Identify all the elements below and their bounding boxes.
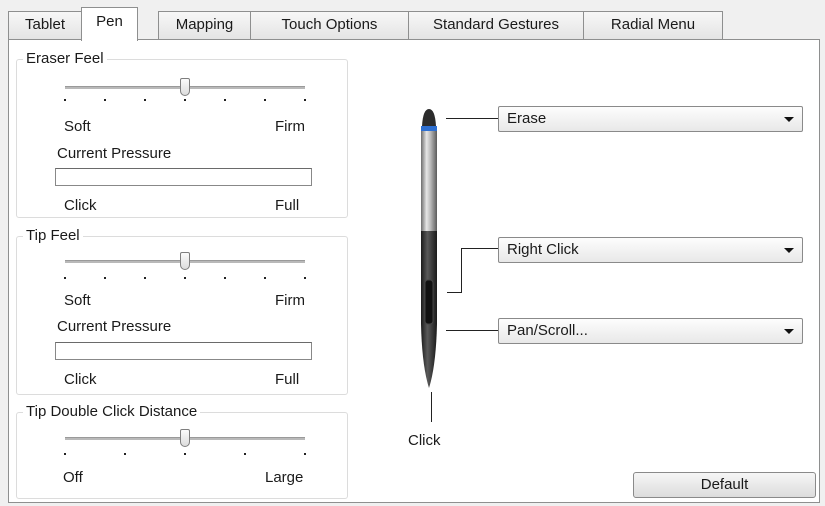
slider-tick bbox=[244, 453, 246, 455]
default-button[interactable]: Default bbox=[633, 472, 816, 498]
lower-side-connector bbox=[446, 330, 499, 331]
tip-pressure-title: Current Pressure bbox=[57, 318, 172, 335]
pen-eraser-cap bbox=[422, 109, 436, 126]
slider-tick bbox=[64, 277, 66, 279]
lower-side-switch-dropdown[interactable]: Pan/Scroll... bbox=[498, 318, 803, 344]
eraser-click-label: Click bbox=[64, 197, 97, 214]
pen-barrel-upper bbox=[421, 131, 437, 231]
tip-feel-title: Tip Feel bbox=[23, 227, 83, 245]
tab-label: Standard Gestures bbox=[433, 16, 559, 33]
slider-tick bbox=[224, 277, 226, 279]
slider-tick bbox=[64, 453, 66, 455]
tip-feel-group: Tip Feel Soft Firm Current Pressure Clic… bbox=[16, 227, 348, 395]
slider-tick bbox=[304, 277, 306, 279]
slider-tick bbox=[144, 99, 146, 101]
chevron-down-icon bbox=[784, 248, 794, 253]
eraser-full-label: Full bbox=[275, 197, 300, 214]
tip-click-label: Click bbox=[64, 371, 97, 388]
chevron-down-icon bbox=[784, 117, 794, 122]
slider-tick bbox=[104, 277, 106, 279]
double-click-distance-slider[interactable] bbox=[180, 429, 190, 447]
slider-tick bbox=[184, 99, 186, 101]
eraser-pressure-title: Current Pressure bbox=[57, 145, 172, 162]
slider-tick bbox=[184, 453, 186, 455]
upper-side-switch-value: Right Click bbox=[507, 241, 579, 258]
tab-mapping[interactable]: Mapping bbox=[158, 11, 251, 39]
slider-tick bbox=[264, 99, 266, 101]
tab-label: Mapping bbox=[175, 16, 234, 33]
pen-blue-ring bbox=[421, 126, 437, 131]
slider-tick bbox=[224, 99, 226, 101]
tip-feel-slider[interactable] bbox=[180, 252, 190, 270]
tab-tablet[interactable]: Tablet bbox=[8, 11, 82, 39]
slider-tick bbox=[64, 99, 66, 101]
slider-tick bbox=[104, 99, 106, 101]
pen-settings-panel: Eraser Feel Soft Firm Current Pressure C… bbox=[8, 39, 820, 503]
eraser-firm-label: Firm bbox=[275, 118, 305, 135]
default-button-label: Default bbox=[700, 476, 749, 493]
pen-illustration bbox=[421, 109, 437, 388]
slider-tick bbox=[124, 453, 126, 455]
upper-side-switch-dropdown[interactable]: Right Click bbox=[498, 237, 803, 263]
slider-tick bbox=[144, 277, 146, 279]
double-click-large-label: Large bbox=[265, 469, 304, 486]
upper-side-connector-stub bbox=[447, 292, 462, 293]
eraser-feel-title: Eraser Feel bbox=[23, 50, 107, 68]
pen-side-switch bbox=[424, 279, 434, 325]
chevron-down-icon bbox=[784, 329, 794, 334]
eraser-action-dropdown[interactable]: Erase bbox=[498, 106, 803, 132]
eraser-pressure-bar bbox=[55, 168, 312, 186]
tab-touch-options[interactable]: Touch Options bbox=[250, 11, 409, 39]
tab-radial-menu[interactable]: Radial Menu bbox=[583, 11, 723, 39]
upper-side-connector-vertical bbox=[461, 248, 462, 292]
eraser-feel-group: Eraser Feel Soft Firm Current Pressure C… bbox=[16, 50, 348, 218]
tab-label: Touch Options bbox=[281, 16, 378, 33]
tip-soft-label: Soft bbox=[64, 292, 91, 309]
slider-tick bbox=[184, 277, 186, 279]
tip-full-label: Full bbox=[275, 371, 300, 388]
tip-pressure-bar bbox=[55, 342, 312, 360]
tab-label: Radial Menu bbox=[610, 16, 696, 33]
tab-standard-gestures[interactable]: Standard Gestures bbox=[408, 11, 584, 39]
eraser-connector bbox=[446, 118, 499, 119]
tab-pen[interactable]: Pen bbox=[81, 7, 138, 41]
double-click-off-label: Off bbox=[63, 469, 83, 486]
slider-tick bbox=[304, 453, 306, 455]
eraser-soft-label: Soft bbox=[64, 118, 91, 135]
upper-side-connector bbox=[461, 248, 499, 249]
tip-action-label: Click bbox=[408, 432, 441, 449]
double-click-distance-group: Tip Double Click Distance Off Large bbox=[16, 403, 348, 499]
tab-label: Pen bbox=[96, 13, 123, 30]
slider-tick bbox=[264, 277, 266, 279]
eraser-feel-slider[interactable] bbox=[180, 78, 190, 96]
slider-tick bbox=[304, 99, 306, 101]
double-click-distance-title: Tip Double Click Distance bbox=[23, 403, 201, 421]
eraser-action-value: Erase bbox=[507, 110, 547, 127]
lower-side-switch-value: Pan/Scroll... bbox=[507, 322, 588, 339]
tab-label: Tablet bbox=[24, 16, 66, 33]
tip-firm-label: Firm bbox=[275, 292, 305, 309]
tip-connector bbox=[431, 392, 432, 422]
